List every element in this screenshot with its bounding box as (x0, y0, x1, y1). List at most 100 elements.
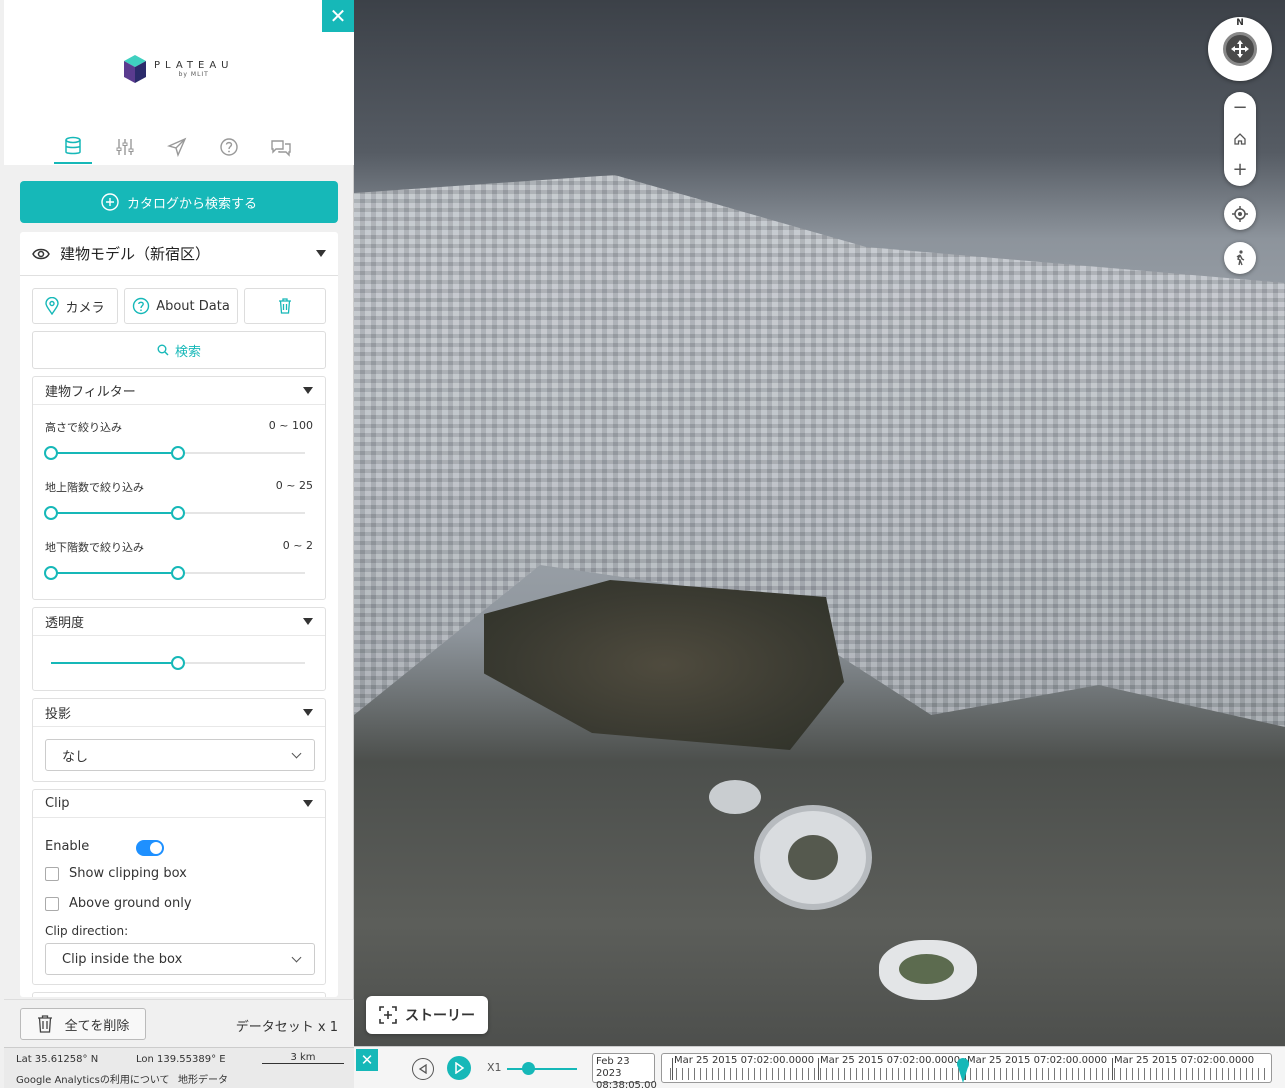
sidebar-close-button[interactable]: ✕ (322, 0, 354, 32)
basement-range-slider[interactable] (44, 566, 305, 580)
plateau-logo: PLATEAU by MLIT (122, 54, 233, 84)
catalog-search-button[interactable]: カタログから検索する (20, 181, 338, 223)
slider-max-knob[interactable] (171, 446, 185, 460)
google-analytics-link[interactable]: Google Analyticsの利用について (16, 1071, 170, 1086)
caret-down-icon[interactable] (303, 618, 313, 625)
building-filter-title: 建物フィルター (45, 385, 136, 400)
slider-min-knob[interactable] (44, 446, 58, 460)
height-filter-label: 高さで絞り込み (45, 421, 122, 434)
locate-button[interactable] (1224, 198, 1256, 230)
scale-bar: 3 km (262, 1052, 344, 1064)
slider-max-knob[interactable] (171, 506, 185, 520)
plus-circle-icon (101, 193, 119, 211)
zoom-control: − + (1224, 92, 1256, 186)
story-icon (379, 1006, 397, 1024)
sidebar-footer: Lat 35.61258° N Lon 139.55389° E 3 km Go… (4, 1047, 354, 1088)
walk-icon (1236, 250, 1245, 266)
clip-header[interactable]: Clip (33, 790, 325, 818)
about-data-label: About Data (156, 298, 230, 314)
tab-share[interactable] (158, 130, 196, 164)
current-date: Feb 23 2023 (596, 1056, 630, 1079)
layer-header[interactable]: 建物モデル（新宿区） (20, 232, 338, 276)
map-view[interactable] (354, 0, 1285, 1088)
tab-feedback[interactable] (262, 130, 300, 164)
speed-slider-track[interactable] (507, 1068, 577, 1070)
camera-button[interactable]: カメラ (32, 288, 118, 324)
slider-min-knob[interactable] (44, 566, 58, 580)
layer-actions: カメラ About Data (32, 288, 326, 324)
speed-slider-knob[interactable] (522, 1062, 535, 1075)
height-range-slider[interactable] (44, 446, 305, 460)
clip-direction-select[interactable]: Clip inside the box (45, 943, 315, 975)
delete-all-button[interactable]: 全てを削除 (20, 1008, 146, 1040)
basement-filter-range: 0 ~ 2 (282, 539, 313, 552)
caret-down-icon[interactable] (303, 387, 313, 394)
shadow-title: 投影 (45, 707, 72, 722)
floors-filter-label: 地上階数で絞り込み (45, 481, 144, 494)
camera-label: カメラ (65, 300, 105, 316)
floors-range-slider[interactable] (44, 506, 305, 520)
clip-direction-label: Clip direction: (45, 924, 129, 938)
terrain-data-link[interactable]: 地形データ (178, 1071, 228, 1086)
story-button[interactable]: ストーリー (366, 996, 488, 1034)
tab-settings[interactable] (106, 130, 144, 164)
search-label: 検索 (174, 344, 201, 360)
above-ground-checkbox[interactable] (45, 896, 59, 911)
opacity-slider[interactable] (51, 656, 305, 670)
sidebar-bottom-bar: 全てを削除 データセット x 1 (4, 999, 354, 1047)
home-button[interactable] (1224, 123, 1256, 154)
help-icon (132, 297, 150, 315)
timeline-close-button[interactable]: ✕ (356, 1049, 378, 1071)
show-clipping-box-checkbox[interactable] (45, 866, 59, 881)
national-stadium (754, 805, 872, 910)
eye-icon[interactable] (32, 248, 50, 260)
shadow-header[interactable]: 投影 (33, 699, 325, 727)
caret-down-icon[interactable] (316, 250, 326, 257)
pedestrian-button[interactable] (1224, 242, 1256, 274)
building-filter-header[interactable]: 建物フィルター (33, 377, 325, 405)
delete-layer-button[interactable] (244, 288, 326, 324)
sidebar-header: PLATEAU by MLIT (4, 0, 354, 165)
caret-down-icon[interactable] (303, 800, 313, 807)
latitude-readout: Lat 35.61258° N (16, 1054, 99, 1065)
baseball-stadium (879, 940, 977, 1000)
compass-control[interactable]: N (1208, 17, 1272, 81)
shadow-select[interactable]: なし (45, 739, 315, 771)
about-data-button[interactable]: About Data (124, 288, 238, 324)
logo-sub: by MLIT (178, 71, 209, 78)
timeline-play-button[interactable] (447, 1056, 471, 1080)
search-icon (157, 344, 169, 356)
opacity-slider-knob[interactable] (171, 656, 185, 670)
speed-label: X1 (487, 1061, 502, 1074)
tab-help[interactable] (210, 130, 248, 164)
chevron-down-icon (291, 952, 302, 962)
delete-all-label: 全てを削除 (64, 1018, 130, 1034)
layer-title: 建物モデル（新宿区） (60, 245, 211, 263)
slider-min-knob[interactable] (44, 506, 58, 520)
timeline-marker-icon[interactable] (956, 1053, 970, 1085)
trash-icon (279, 298, 291, 314)
slider-max-knob[interactable] (171, 566, 185, 580)
clip-enable-toggle[interactable] (136, 840, 164, 856)
height-filter-range: 0 ~ 100 (268, 419, 313, 432)
pan-icon[interactable] (1223, 32, 1257, 66)
above-ground-row[interactable]: Above ground only (45, 896, 192, 911)
zoom-out-button[interactable]: − (1224, 92, 1256, 123)
sidebar: PLATEAU by MLIT ✕ カタログから検索する 建物モデル（新宿区） … (0, 0, 354, 1088)
layer-search-button[interactable]: 検索 (32, 331, 326, 369)
tab-data[interactable] (54, 130, 92, 164)
database-icon (65, 136, 81, 155)
clip-enable-label: Enable (45, 839, 90, 854)
sliders-icon (116, 139, 134, 155)
show-clipping-box-label: Show clipping box (69, 866, 187, 881)
show-clipping-box-row[interactable]: Show clipping box (45, 866, 187, 881)
caret-down-icon[interactable] (303, 709, 313, 716)
zoom-in-button[interactable]: + (1224, 154, 1256, 185)
shadow-section: 投影 なし (32, 698, 326, 782)
chevron-down-icon (291, 748, 302, 758)
timeline-reverse-button[interactable] (412, 1058, 434, 1080)
chat-icon (271, 140, 291, 157)
play-icon (455, 1062, 465, 1074)
compass-north-label: N (1236, 18, 1244, 28)
opacity-header[interactable]: 透明度 (33, 608, 325, 636)
